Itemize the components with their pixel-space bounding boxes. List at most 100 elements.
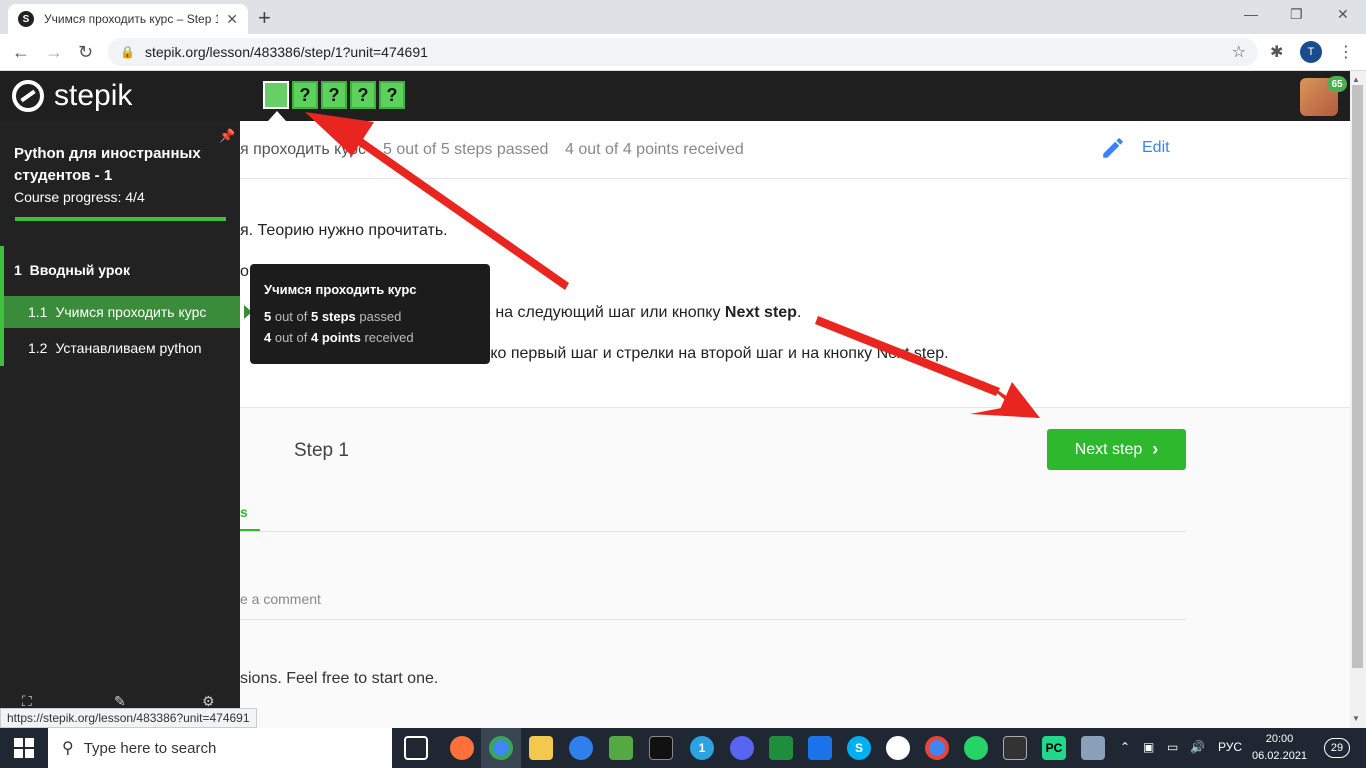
battery-icon[interactable]: ▭ [1167,740,1178,754]
windows-start-icon[interactable] [14,738,34,758]
notification-center-icon[interactable]: 29 [1324,738,1350,758]
search-icon: ⚲ [62,740,74,757]
discord-icon[interactable] [730,736,754,760]
chevron-right-icon: › [1152,439,1159,459]
mail-icon[interactable] [569,736,593,760]
windows-taskbar: ⚲ Type here to search 1 S PC ⌃ ▣ ▭ 🔊 РУС… [0,728,1366,768]
next-step-button[interactable]: Next step › [1047,429,1186,470]
taskbar-search-input[interactable]: ⚲ Type here to search [48,728,392,768]
course-sidebar: 📌 Python для иностранных студентов - 1 C… [0,121,252,728]
tabs-divider [240,531,1186,532]
terminal-icon[interactable] [649,736,673,760]
url-input[interactable]: 🔒 stepik.org/lesson/483386/step/1?unit=4… [108,38,1258,66]
stepik-favicon-icon: S [18,11,34,27]
tooltip-title: Учимся проходить курс [264,282,417,297]
spreadsheet-icon[interactable] [769,736,793,760]
points-received-stat: 4 out of 4 points received [565,141,744,158]
pycharm-icon[interactable]: PC [1042,736,1066,760]
lesson-info-bar: я проходить курс 5 out of 5 steps passed… [240,121,1350,179]
edit-label: Edit [1142,139,1170,156]
slack-icon[interactable] [886,736,910,760]
whatsapp-icon[interactable] [964,736,988,760]
pencil-icon [1103,138,1123,158]
chrome-icon[interactable] [489,736,513,760]
menu-kebab-icon[interactable]: ⋮ [1338,42,1354,62]
file-explorer-icon[interactable] [529,736,553,760]
restore-icon[interactable]: ❐ [1290,6,1303,23]
step-3-button[interactable]: ? [321,81,347,109]
step-navigation: ? ? ? ? [263,81,405,109]
scroll-down-icon[interactable]: ▼ [1352,714,1360,723]
course-progress-bar [15,217,226,221]
discussions-empty-text: sions. Feel free to start one. [240,670,439,687]
console-icon[interactable] [1003,736,1027,760]
scroll-up-icon[interactable]: ▲ [1352,75,1360,84]
tray-expand-icon[interactable]: ⌃ [1120,740,1130,754]
lesson-tooltip: Учимся проходить курс 5 out of 5 steps p… [250,264,490,364]
comment-divider [240,619,1186,620]
tray-device-icon[interactable]: ▣ [1143,740,1154,754]
step-5-button[interactable]: ? [379,81,405,109]
vpn-app-icon[interactable] [808,736,832,760]
module-1: 1 Вводный урок 1.1 Учимся проходить курс… [0,246,252,366]
content-line-4: ько первый шаг и стрелки на второй шаг и… [482,345,949,362]
volume-icon[interactable]: 🔊 [1190,740,1205,754]
status-url: https://stepik.org/lesson/483386?unit=47… [0,708,257,728]
course-progress-fill [15,217,226,221]
lesson-breadcrumb[interactable]: я проходить курс [240,141,366,159]
tab-title: Учимся проходить курс – Step 1 [44,12,219,26]
telegram-icon[interactable]: 1 [690,736,714,760]
sidebar-lesson-1-1[interactable]: 1.1 Учимся проходить курс [4,296,252,328]
chrome-second-icon[interactable] [925,736,949,760]
steps-passed-stat: 5 out of 5 steps passed [383,141,549,158]
extensions-icon[interactable]: ✱ [1270,42,1283,62]
next-step-label: Next step [1074,440,1143,458]
screen-tool-icon[interactable] [1081,736,1105,760]
sidebar-lesson-1-2[interactable]: 1.2 Устанавливаем python [4,332,240,364]
new-tab-icon[interactable]: + [258,5,271,31]
task-view-icon[interactable] [404,736,428,760]
reload-icon[interactable]: ↻ [78,42,93,63]
browser-tab-bar: S Учимся проходить курс – Step 1 ✕ + — ❐… [0,0,1366,34]
avatar-notification-badge: 65 [1327,76,1347,92]
pin-icon[interactable]: 📌 [219,128,235,144]
search-placeholder: Type here to search [83,739,217,757]
tooltip-steps-line: 5 out of 5 steps passed [264,309,402,324]
forward-icon[interactable]: → [45,42,63,63]
step-2-button[interactable]: ? [292,81,318,109]
language-indicator[interactable]: РУС [1218,740,1242,754]
notepad-icon[interactable] [609,736,633,760]
back-icon[interactable]: ← [12,42,30,63]
step-footer-section: Step 1 Next step › s e a comment sions. … [240,407,1350,728]
scrollbar-thumb[interactable] [1352,85,1363,668]
active-step-pointer [268,111,286,121]
skype-icon[interactable]: S [847,736,871,760]
stepik-logo-icon [12,80,44,112]
course-progress-label: Course progress: 4/4 [14,189,145,205]
url-text: stepik.org/lesson/483386/step/1?unit=474… [144,44,428,60]
content-line-3: е на следующий шаг или кнопку Next step. [482,304,802,321]
lock-icon: 🔒 [120,45,135,59]
step-1-button[interactable] [263,81,289,109]
minimize-icon[interactable]: — [1244,6,1258,22]
comment-input[interactable]: e a comment [240,591,321,607]
step-4-button[interactable]: ? [350,81,376,109]
browser-profile-avatar[interactable]: T [1300,41,1322,63]
clock-time: 20:00 [1265,733,1294,745]
clock-date: 06.02.2021 [1252,750,1308,762]
course-title[interactable]: Python для иностранных студентов - 1 [14,143,224,187]
close-window-icon[interactable]: ✕ [1337,6,1349,23]
firefox-icon[interactable] [450,736,474,760]
address-bar-row: ← → ↻ 🔒 stepik.org/lesson/483386/step/1?… [0,34,1366,71]
comments-tab[interactable]: s [240,504,248,520]
bookmark-star-icon[interactable]: ☆ [1232,42,1246,62]
module-title[interactable]: 1 Вводный урок [14,262,130,278]
edit-button[interactable]: Edit [1100,135,1170,161]
tooltip-points-line: 4 out of 4 points received [264,330,414,345]
taskbar-clock[interactable]: 20:00 06.02.2021 [1252,731,1307,765]
logo-text: stepik [54,79,133,112]
browser-tab[interactable]: S Учимся проходить курс – Step 1 ✕ [8,4,248,34]
content-line-1: я. Теорию нужно прочитать. [240,222,448,239]
stepik-logo[interactable]: stepik [12,79,132,113]
close-tab-icon[interactable]: ✕ [226,11,238,28]
